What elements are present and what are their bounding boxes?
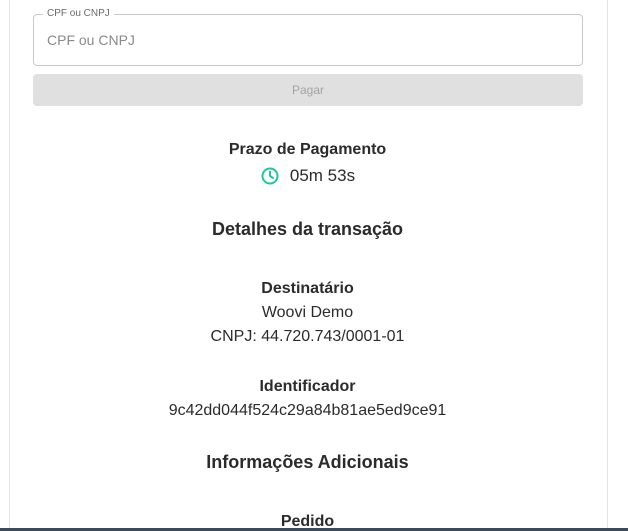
cpf-cnpj-input[interactable]	[34, 15, 582, 65]
clock-icon	[260, 166, 280, 186]
cpf-cnpj-field[interactable]: CPF ou CNPJ	[33, 7, 583, 66]
transaction-details-title: Detalhes da transação	[211, 219, 404, 239]
recipient-cnpj: CNPJ: 44.720.743/0001-01	[210, 328, 405, 345]
payment-timer-value: 05m 53s	[289, 166, 356, 185]
recipient-name: Woovi Demo	[261, 304, 354, 321]
identifier-value: 9c42dd044f524c29a84b81ae5ed9ce91	[168, 402, 447, 419]
additional-info-title: Informações Adicionais	[206, 452, 409, 472]
payment-page: CPF ou CNPJ Pagar Prazo de Pagamento 05m…	[0, 0, 628, 531]
recipient-label: Destinatário	[261, 280, 354, 297]
pay-button[interactable]: Pagar	[33, 74, 583, 106]
payment-timer: 05m 53s	[9, 166, 606, 186]
identifier-label: Identificador	[259, 378, 356, 395]
payment-deadline-title: Prazo de Pagamento	[228, 141, 387, 158]
